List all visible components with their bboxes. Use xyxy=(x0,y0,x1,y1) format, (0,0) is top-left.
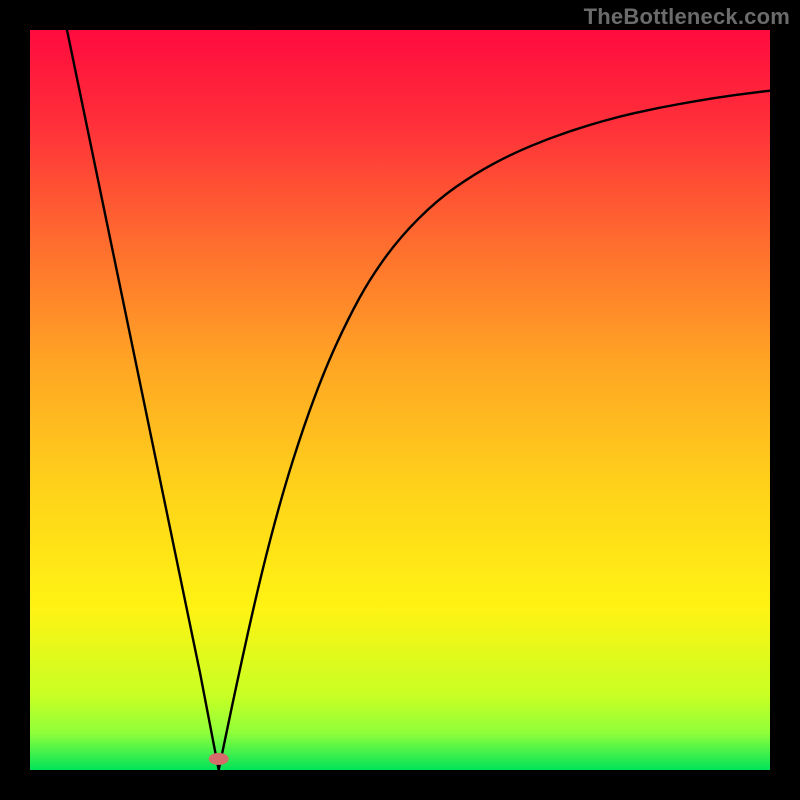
chart-frame xyxy=(0,0,800,800)
plot-background-gradient xyxy=(30,30,770,770)
optimal-point-marker xyxy=(209,753,229,765)
watermark-text: TheBottleneck.com xyxy=(584,4,790,30)
